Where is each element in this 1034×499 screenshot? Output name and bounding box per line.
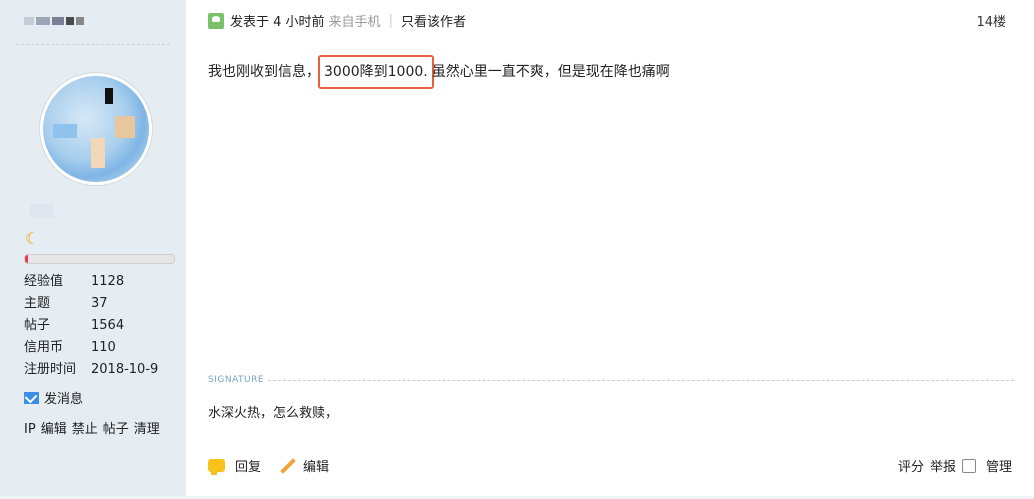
send-message-link[interactable]: 发消息 <box>24 388 83 407</box>
manage-label: 管理 <box>985 460 1012 475</box>
post-actions: 回复 编辑 <box>208 456 329 475</box>
online-user-icon <box>208 12 224 29</box>
user-stats: 经验值 1128 主题 37 帖子 1564 信用币 110 注册时间 2018… <box>24 271 158 381</box>
stat-label: 信用币 <box>24 340 64 355</box>
avatar[interactable] <box>40 73 152 185</box>
only-author-link[interactable]: 只看该作者 <box>401 11 466 30</box>
stat-value[interactable]: 1564 <box>91 315 124 337</box>
reply-icon <box>208 459 225 475</box>
stat-label: 主题 <box>24 296 51 311</box>
report-button[interactable]: 举报 <box>930 456 956 475</box>
post-header: 发表于 4 小时前 来自手机 | 只看该作者 <box>208 11 466 30</box>
stat-label: 经验值 <box>24 274 64 289</box>
admin-link-clean[interactable]: 清理 <box>134 422 160 437</box>
user-title-blurred <box>30 204 54 218</box>
admin-link-edit[interactable]: 编辑 <box>41 422 67 437</box>
forum-post: ☾ 经验值 1128 主题 37 帖子 1564 信用币 110 注册时间 20… <box>0 0 1034 499</box>
manage-checkbox[interactable] <box>961 458 976 473</box>
stat-row: 帖子 1564 <box>24 315 158 337</box>
signature-label: SIGNATURE <box>208 375 265 385</box>
stat-value[interactable]: 37 <box>91 293 108 315</box>
admin-links: IP 编辑 禁止 帖子 清理 <box>24 418 165 437</box>
content-text-after: 虽然心里一直不爽，但是现在降也痛啊 <box>431 64 670 80</box>
reply-button[interactable]: 回复 <box>235 456 261 475</box>
level-progress-bar <box>24 254 175 264</box>
stat-label: 帖子 <box>24 318 51 333</box>
stat-row: 主题 37 <box>24 293 158 315</box>
post-main: 发表于 4 小时前 来自手机 | 只看该作者 14楼 我也刚收到信息， 3000降… <box>186 0 1034 499</box>
highlighted-text: 3000降到1000. <box>318 55 434 89</box>
admin-link-ip[interactable]: IP <box>24 422 36 437</box>
stat-row: 注册时间 2018-10-9 <box>24 359 158 381</box>
pencil-icon <box>280 457 296 474</box>
posted-time: 发表于 4 小时前 <box>230 15 325 30</box>
edit-button[interactable]: 编辑 <box>303 456 329 475</box>
content-text-before: 我也刚收到信息， <box>208 64 320 80</box>
author-sidebar: ☾ 经验值 1128 主题 37 帖子 1564 信用币 110 注册时间 20… <box>0 0 186 499</box>
stat-label: 注册时间 <box>24 362 77 377</box>
rate-button[interactable]: 评分 <box>898 456 924 475</box>
admin-link-posts[interactable]: 帖子 <box>103 422 129 437</box>
level-progress-fill <box>25 255 28 263</box>
stat-value: 2018-10-9 <box>91 362 159 377</box>
admin-link-ban[interactable]: 禁止 <box>72 422 98 437</box>
stat-row: 经验值 1128 <box>24 271 158 293</box>
divider <box>16 44 170 45</box>
moon-icon: ☾ <box>25 229 40 248</box>
stat-value[interactable]: 1128 <box>91 271 124 293</box>
from-mobile-link[interactable]: 来自手机 <box>329 11 381 30</box>
post-content: 我也刚收到信息， 3000降到1000. 虽然心里一直不爽，但是现在降也痛啊 <box>208 55 670 89</box>
moderation-actions: 评分 举报 管理 <box>892 456 1012 475</box>
mail-icon <box>24 391 39 404</box>
signature-divider: SIGNATURE <box>208 375 1014 385</box>
header-divider: | <box>388 13 393 28</box>
username-blurred[interactable] <box>24 14 102 26</box>
stat-row: 信用币 110 <box>24 337 158 359</box>
floor-number[interactable]: 14楼 <box>976 11 1006 30</box>
signature-text: 水深火热，怎么救赎， <box>208 406 339 421</box>
send-message-label: 发消息 <box>44 392 84 407</box>
stat-value: 110 <box>91 340 116 355</box>
